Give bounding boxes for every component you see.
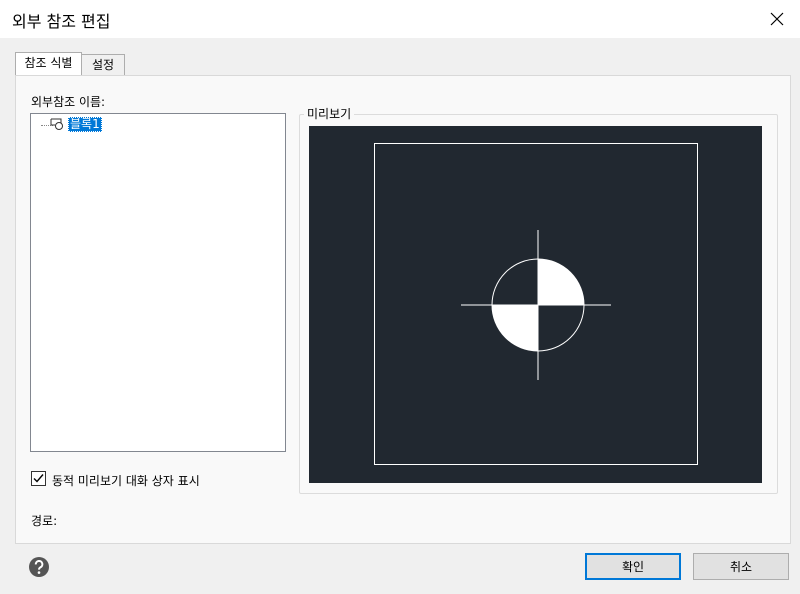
window-title: 외부 참조 편집 [12, 12, 111, 31]
preview-drawing [374, 143, 698, 465]
dynamic-preview-checkbox[interactable] [31, 471, 46, 486]
checkmark-icon [33, 474, 44, 483]
path-label: 경로: [31, 514, 58, 528]
drawing-frame [374, 143, 698, 465]
dynamic-preview-label: 동적 미리보기 대화 상자 표시 [52, 474, 200, 488]
tab-settings[interactable]: 설정 [81, 54, 125, 75]
close-icon [770, 12, 784, 26]
help-icon [29, 557, 49, 577]
ok-button[interactable]: 확인 [585, 553, 681, 580]
cancel-button[interactable]: 취소 [693, 553, 789, 580]
preview-canvas [309, 126, 762, 483]
preview-label: 미리보기 [304, 105, 355, 122]
center-mark-symbol [461, 230, 611, 380]
title-bar: 외부 참조 편집 [0, 0, 800, 38]
close-button[interactable] [754, 0, 800, 38]
xref-tree[interactable]: 블록1 [30, 113, 286, 452]
tab-reference-identification[interactable]: 참조 식별 [15, 52, 82, 75]
tree-item-block1[interactable]: 블록1 [68, 117, 102, 132]
help-button[interactable] [28, 556, 50, 578]
xref-name-label: 외부참조 이름: [31, 95, 106, 109]
block-reference-icon [50, 118, 63, 130]
